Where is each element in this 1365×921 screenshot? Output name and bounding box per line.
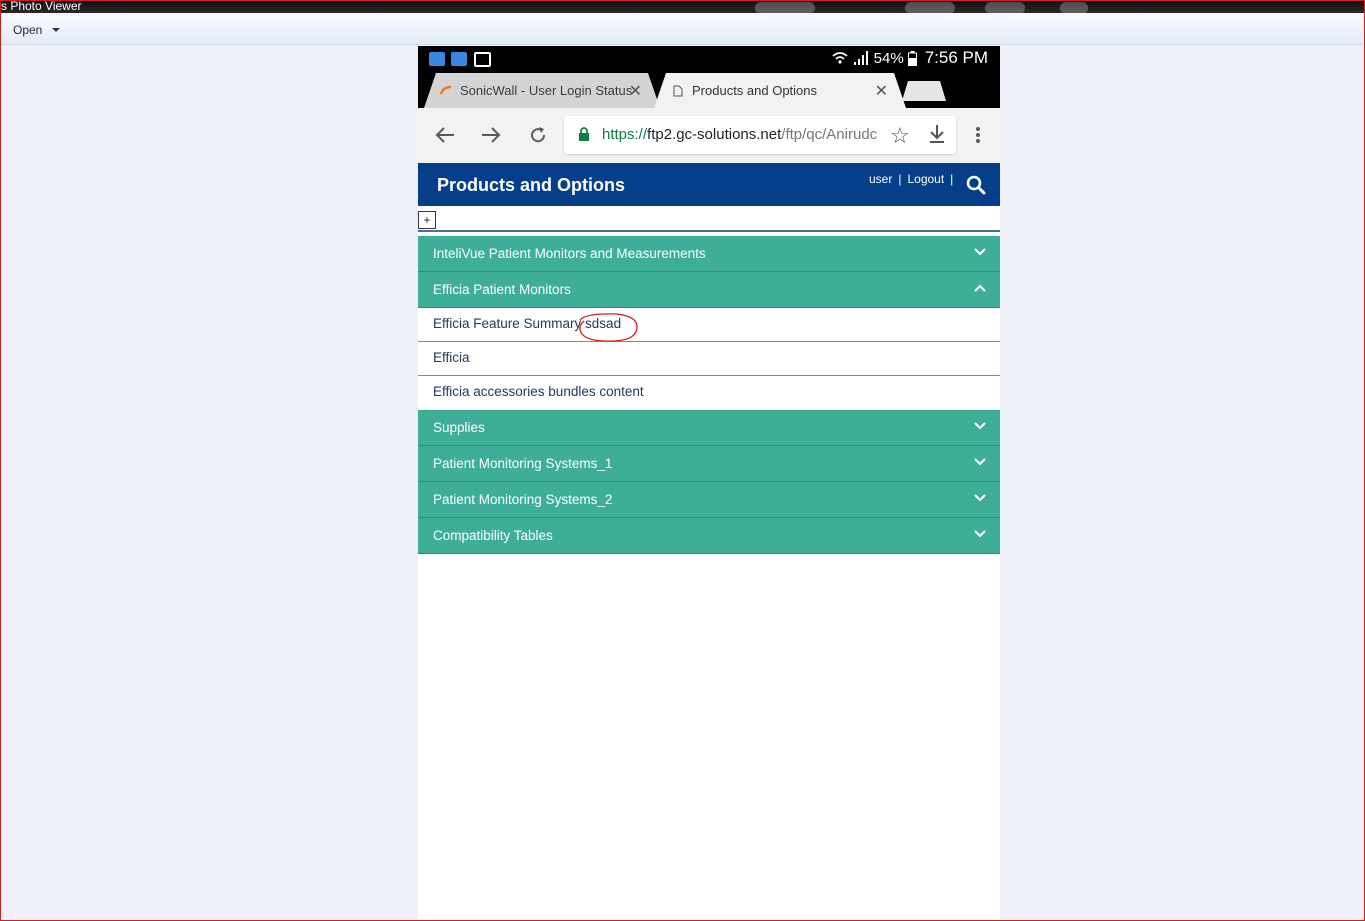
tab-label: Products and Options xyxy=(692,83,818,98)
logout-link[interactable]: Logout xyxy=(907,172,944,186)
red-annotation-circle xyxy=(579,313,638,342)
address-bar[interactable]: https://ftp2.gc-solutions.net/ftp/qc/Ani… xyxy=(564,116,956,154)
forward-arrow-icon[interactable] xyxy=(476,120,506,150)
expand-bar: + xyxy=(418,211,1000,232)
open-menu-button[interactable]: Open xyxy=(13,23,61,37)
blurred-taskbar-item xyxy=(905,2,955,13)
efficia-item-accessories[interactable]: Efficia accessories bundles content xyxy=(418,376,1000,410)
user-link[interactable]: user xyxy=(869,172,892,186)
section-label: Efficia Patient Monitors xyxy=(433,282,571,297)
url-host: ftp2.gc-solutions.net xyxy=(647,126,782,143)
accordion-section-pms-1[interactable]: Patient Monitoring Systems_1 xyxy=(418,446,1000,482)
chevron-up-icon xyxy=(974,284,986,292)
window-titlebar: s Photo Viewer xyxy=(0,0,1365,13)
download-icon[interactable] xyxy=(928,122,946,146)
photo-viewer-menubar: Open xyxy=(0,13,1365,45)
section-label: Patient Monitoring Systems_1 xyxy=(433,456,613,471)
chevron-down-icon xyxy=(974,458,986,466)
accordion-section-pms-2[interactable]: Patient Monitoring Systems_2 xyxy=(418,482,1000,518)
app-notification-icon xyxy=(451,52,467,66)
phone-screenshot: 54% 7:56 PM SonicWall - User Login Statu… xyxy=(418,46,1000,921)
search-icon[interactable] xyxy=(966,175,986,195)
signal-icon xyxy=(853,51,868,65)
android-status-bar: 54% 7:56 PM xyxy=(418,46,1000,71)
chevron-down-icon xyxy=(974,530,986,538)
dropdown-caret-icon xyxy=(52,28,61,32)
accordion-section-efficia[interactable]: Efficia Patient Monitors xyxy=(418,272,1000,308)
site-header: Products and Options user | Logout | xyxy=(418,163,1000,206)
battery-percent: 54% xyxy=(873,49,904,67)
nav-separator: | xyxy=(898,172,902,186)
open-menu-label: Open xyxy=(13,23,43,37)
item-label: Efficia accessories bundles content xyxy=(433,384,644,399)
page-title: Products and Options xyxy=(437,175,626,195)
chevron-down-icon xyxy=(974,248,986,256)
wifi-icon xyxy=(832,52,848,64)
browser-toolbar: https://ftp2.gc-solutions.net/ftp/qc/Ani… xyxy=(418,108,1000,163)
overflow-menu-icon[interactable] xyxy=(963,120,993,150)
section-label: InteliVue Patient Monitors and Measureme… xyxy=(433,246,706,261)
efficia-item-feature-summary[interactable]: Efficia Feature Summary sdsad xyxy=(418,308,1000,342)
tab-label: SonicWall - User Login Status xyxy=(460,83,633,98)
window-title: s Photo Viewer xyxy=(1,0,82,13)
expand-all-button[interactable]: + xyxy=(418,211,436,229)
item-label: Efficia xyxy=(433,350,470,365)
bookmark-star-icon[interactable]: ☆ xyxy=(890,123,910,149)
product-accordion: InteliVue Patient Monitors and Measureme… xyxy=(418,236,1000,554)
header-nav: user | Logout | xyxy=(869,172,953,186)
nav-separator: | xyxy=(950,172,954,186)
lock-icon xyxy=(579,127,589,141)
section-label: Compatibility Tables xyxy=(433,528,553,543)
status-time: 7:56 PM xyxy=(924,48,988,67)
url-scheme: https:// xyxy=(602,126,648,143)
blurred-taskbar-item xyxy=(755,2,815,13)
battery-icon xyxy=(907,50,917,66)
chevron-down-icon xyxy=(974,494,986,502)
image-notification-icon xyxy=(474,52,491,67)
section-label: Supplies xyxy=(433,420,485,435)
browser-tabstrip: SonicWall - User Login Status ✕ Products… xyxy=(418,71,1000,108)
tab-sonicwall[interactable]: SonicWall - User Login Status ✕ xyxy=(424,73,660,108)
app-notification-icon xyxy=(429,52,445,66)
chevron-down-icon xyxy=(974,422,986,430)
section-label: Patient Monitoring Systems_2 xyxy=(433,492,613,507)
back-arrow-icon[interactable] xyxy=(430,120,460,150)
page-favicon-icon xyxy=(673,85,683,96)
address-url: https://ftp2.gc-solutions.net/ftp/qc/Ani… xyxy=(602,126,882,143)
tab-close-icon[interactable]: ✕ xyxy=(875,81,888,101)
new-tab-button[interactable] xyxy=(902,81,946,101)
tab-close-icon[interactable]: ✕ xyxy=(629,81,642,101)
url-path: /ftp/qc/Anirudc xyxy=(781,126,878,143)
efficia-item-efficia[interactable]: Efficia xyxy=(418,342,1000,376)
accordion-section-compatibility[interactable]: Compatibility Tables xyxy=(418,518,1000,554)
accordion-section-intellivue[interactable]: InteliVue Patient Monitors and Measureme… xyxy=(418,236,1000,272)
reload-icon[interactable] xyxy=(523,120,553,150)
accordion-section-supplies[interactable]: Supplies xyxy=(418,410,1000,446)
blurred-taskbar-item xyxy=(1060,2,1088,13)
tab-products-and-options[interactable]: Products and Options ✕ xyxy=(654,73,906,108)
sonicwall-favicon-icon xyxy=(440,85,452,94)
blurred-taskbar-item xyxy=(985,2,1025,13)
